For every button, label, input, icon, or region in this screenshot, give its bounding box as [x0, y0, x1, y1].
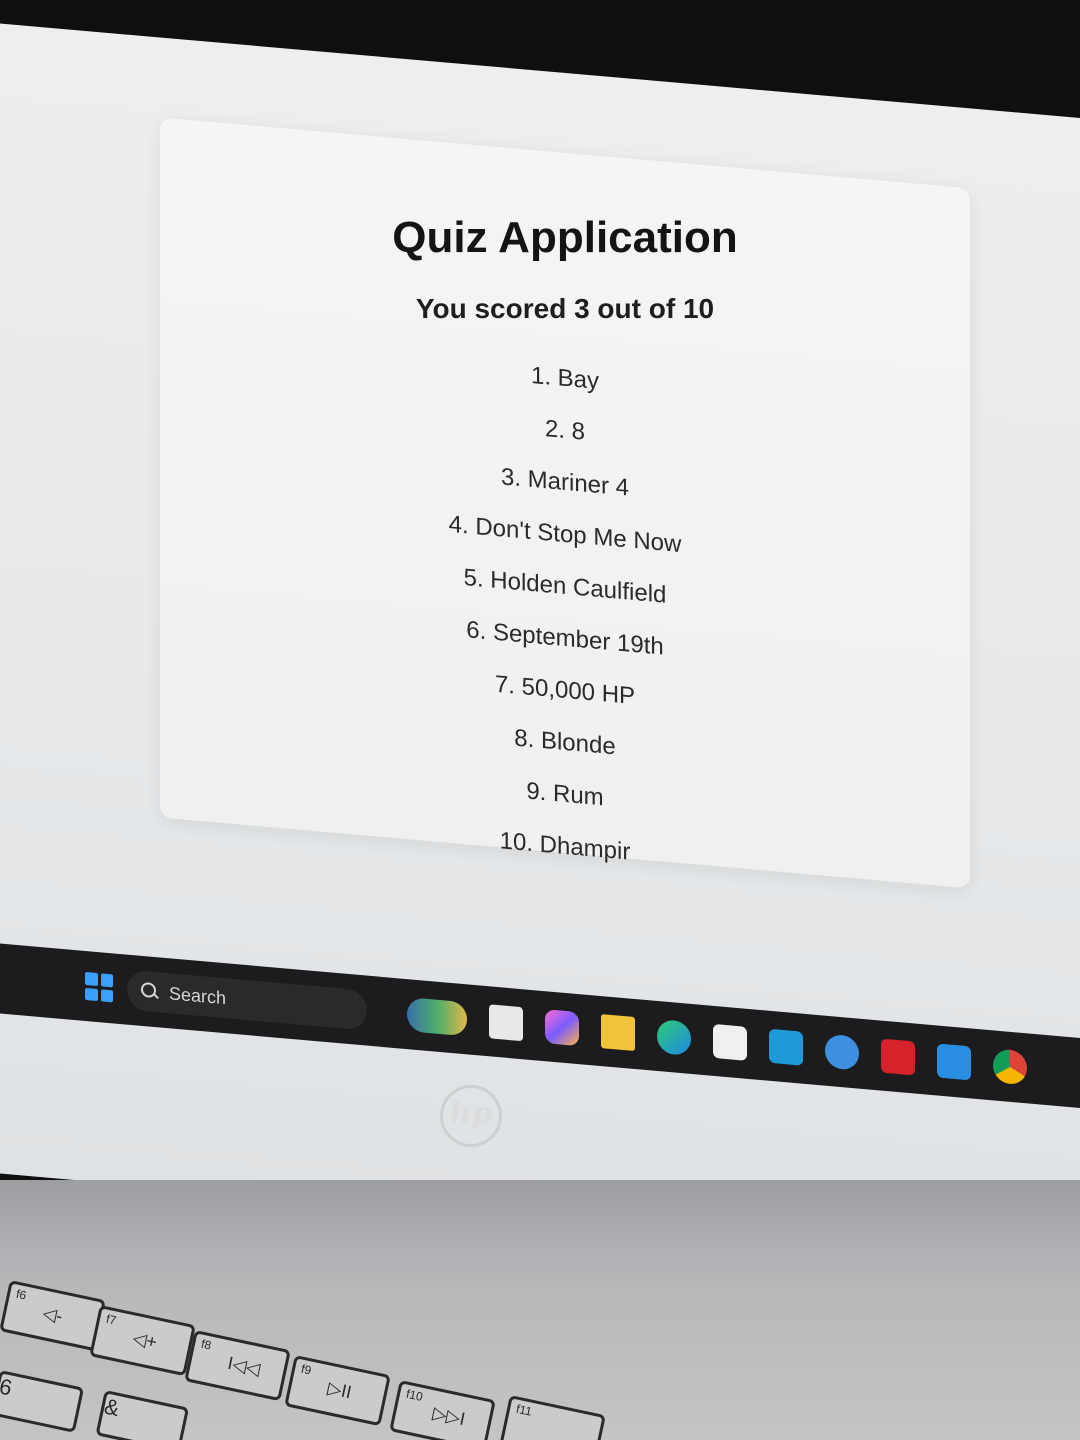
quiz-card: Quiz Application You scored 3 out of 10 … [160, 117, 970, 889]
edge-icon[interactable] [657, 1018, 691, 1056]
taskbar-search[interactable]: Search [127, 969, 367, 1031]
key-f9[interactable]: f9 ▷II [284, 1355, 391, 1427]
file-explorer-icon[interactable] [601, 1014, 635, 1052]
task-view-icon[interactable] [489, 1004, 523, 1042]
key-f7[interactable]: f7 ◁+ [89, 1305, 196, 1377]
store-icon[interactable] [713, 1023, 747, 1061]
myhp-icon[interactable] [769, 1028, 803, 1066]
key-f8[interactable]: f8 I◁◁ [184, 1330, 291, 1402]
taskbar: Search ^ [0, 940, 1080, 1115]
windows-start-icon[interactable] [85, 971, 113, 1003]
mcafee-icon[interactable] [881, 1038, 915, 1076]
widgets-icon[interactable] [407, 997, 467, 1037]
key-f10[interactable]: f10 ▷▷I [389, 1380, 496, 1440]
copilot-icon[interactable] [545, 1009, 579, 1047]
chrome-icon[interactable] [993, 1048, 1027, 1086]
vscode-icon[interactable] [937, 1043, 971, 1081]
key-f6[interactable]: f6 ◁- [0, 1280, 106, 1352]
search-label: Search [169, 982, 227, 1008]
quiz-title: Quiz Application [392, 212, 738, 262]
score-text: You scored 3 out of 10 [415, 292, 715, 324]
key-ampersand[interactable]: & [95, 1390, 190, 1440]
answer-list: 1. Bay 2. 8 3. Mariner 4 4. Don't Stop M… [160, 317, 970, 908]
browser-viewport: Quiz Application You scored 3 out of 10 … [0, 20, 1080, 1180]
key-6[interactable]: 6 [0, 1370, 85, 1433]
hp-logo: hp [440, 1085, 502, 1147]
search-icon [141, 982, 159, 1002]
keyboard: f6 ◁- f7 ◁+ f8 I◁◁ f9 ▷II f10 ▷▷I f11 6 … [0, 1180, 1080, 1440]
help-icon[interactable] [825, 1033, 859, 1071]
laptop-screen: Quiz Application You scored 3 out of 10 … [0, 0, 1080, 1180]
key-f11[interactable]: f11 [499, 1395, 606, 1440]
